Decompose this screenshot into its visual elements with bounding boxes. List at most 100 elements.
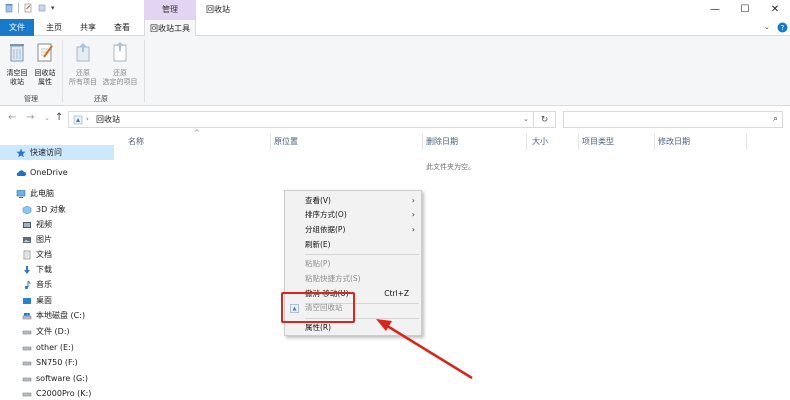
menu-item-paste-shortcut[interactable]: 粘贴快捷方式(S)	[285, 272, 421, 286]
sort-ascending-icon: ^	[194, 129, 200, 137]
cube-icon	[22, 205, 32, 214]
ribbon-group-label: 管理	[24, 95, 38, 103]
close-button[interactable]: ✕	[760, 0, 790, 19]
menu-item-refresh[interactable]: 刷新(E)	[285, 238, 421, 252]
navigation-pane: 快速访问 OneDrive 此电脑 3D 对象 视频 图片 文档 下载 音乐 桌…	[0, 131, 114, 400]
sidebar-item-drive-d[interactable]: 文件 (D:)	[22, 324, 70, 339]
sidebar-item-this-pc[interactable]: 此电脑	[16, 186, 54, 201]
menu-item-label: 属性(R)	[305, 323, 332, 332]
svg-text:?: ?	[780, 24, 784, 32]
sidebar-item-label: 下载	[36, 265, 52, 274]
recycle-bin-properties-button[interactable]: 回收站 属性	[32, 40, 58, 87]
empty-recycle-bin-button[interactable]: 清空回 收站	[4, 40, 30, 87]
ribbon-tabs: 文件 主页 共享 查看 回收站工具 ⌄ ?	[0, 19, 790, 37]
desktop-icon	[23, 297, 31, 304]
sidebar-item-drive-c[interactable]: 本地磁盘 (C:)	[22, 308, 85, 323]
menu-item-view[interactable]: 查看(V) ›	[285, 194, 421, 208]
sidebar-item-videos[interactable]: 视频	[22, 217, 52, 232]
customize-toolbar-icon[interactable]: ▾	[51, 4, 55, 12]
menu-item-shortcut: Ctrl+Z	[384, 289, 409, 298]
column-header-date-deleted[interactable]: 删除日期	[426, 136, 458, 147]
menu-item-sort-by[interactable]: 排序方式(O) ›	[285, 208, 421, 222]
sidebar-item-3d-objects[interactable]: 3D 对象	[22, 202, 66, 217]
sidebar-item-label: 图片	[36, 235, 52, 244]
sidebar-item-onedrive[interactable]: OneDrive	[16, 165, 68, 180]
sidebar-item-drive-e[interactable]: other (E:)	[22, 340, 74, 355]
sidebar-item-drive-k[interactable]: C2000Pro (K:)	[22, 386, 91, 400]
sidebar-item-label: SN750 (F:)	[36, 358, 78, 367]
address-bar[interactable]: › 回收站 ⌄	[68, 111, 534, 128]
sidebar-item-label: 视频	[36, 220, 52, 229]
chevron-down-icon[interactable]: ⌄	[764, 23, 770, 31]
sidebar-item-drive-g[interactable]: software (G:)	[22, 371, 88, 386]
sidebar-item-desktop[interactable]: 桌面	[22, 293, 52, 308]
refresh-button[interactable]: ↻	[534, 111, 556, 128]
menu-item-properties[interactable]: 属性(R)	[285, 321, 421, 335]
sidebar-item-label: 3D 对象	[36, 205, 66, 214]
tab-share[interactable]: 共享	[74, 19, 102, 36]
column-header-item-type[interactable]: 项目类型	[582, 136, 614, 147]
breadcrumb[interactable]: 回收站	[96, 112, 120, 127]
tab-file[interactable]: 文件	[0, 19, 34, 36]
context-tab-group: 管理	[144, 0, 196, 19]
sidebar-item-drive-f[interactable]: SN750 (F:)	[22, 355, 78, 370]
cloud-icon	[16, 169, 26, 176]
picture-icon	[23, 236, 31, 243]
menu-item-label: 粘贴快捷方式(S)	[305, 274, 361, 283]
sidebar-item-pictures[interactable]: 图片	[22, 232, 52, 247]
tab-home[interactable]: 主页	[40, 19, 68, 36]
tab-view[interactable]: 查看	[108, 19, 136, 36]
window-title: 回收站	[206, 5, 230, 14]
tab-recycle-bin-tools[interactable]: 回收站工具	[144, 19, 196, 37]
ribbon-button-label: 还原	[76, 69, 90, 77]
divider[interactable]	[526, 134, 527, 150]
column-header-size[interactable]: 大小	[532, 136, 548, 147]
chevron-down-icon[interactable]: ⌄	[523, 112, 529, 127]
sidebar-item-label: 文档	[36, 250, 52, 259]
menu-item-label: 粘贴(P)	[305, 259, 331, 268]
menu-item-paste[interactable]: 粘贴(P)	[285, 257, 421, 271]
column-header-original-location[interactable]: 原位置	[274, 136, 298, 147]
ribbon-button-label: 回收站	[34, 69, 56, 77]
file-list[interactable]: ^ 名称 原位置 删除日期 大小 项目类型 修改日期 此文件夹为空。	[114, 129, 790, 400]
divider[interactable]	[746, 134, 747, 150]
empty-bin-icon	[10, 44, 24, 62]
divider[interactable]	[422, 134, 423, 150]
divider	[144, 40, 145, 102]
download-icon	[24, 265, 30, 274]
properties-icon[interactable]	[23, 3, 33, 13]
menu-item-group-by[interactable]: 分组依据(P) ›	[285, 223, 421, 237]
forward-arrow-icon[interactable]: →	[26, 112, 34, 123]
sidebar-item-quick-access[interactable]: 快速访问	[0, 145, 114, 160]
divider[interactable]	[270, 134, 271, 150]
submenu-arrow-icon: ›	[411, 225, 415, 234]
sidebar-item-music[interactable]: 音乐	[22, 277, 52, 292]
recent-locations-icon[interactable]: ⌄	[44, 114, 50, 122]
drive-icon	[22, 330, 32, 334]
restore-all-button[interactable]: 还原 所有项目	[66, 40, 100, 87]
sidebar-item-label: 音乐	[36, 280, 52, 289]
column-header-name[interactable]: 名称	[128, 136, 144, 147]
file-explorer-window: ▾ 管理 回收站 — ☐ ✕ 文件 主页 共享 查看 回收站工具 ⌄ ? 清空回…	[0, 0, 790, 400]
divider	[62, 40, 63, 102]
maximize-button[interactable]: ☐	[730, 0, 760, 19]
drive-icon	[22, 312, 32, 319]
ribbon-button-label: 清空回	[6, 69, 28, 77]
new-folder-icon[interactable]	[37, 3, 47, 13]
sidebar-item-label: 桌面	[36, 296, 52, 305]
divider[interactable]	[578, 134, 579, 150]
help-icon[interactable]: ?	[776, 21, 788, 33]
minimize-button[interactable]: —	[700, 0, 730, 19]
divider[interactable]	[654, 134, 655, 150]
back-arrow-icon[interactable]: ←	[8, 112, 16, 123]
up-arrow-icon[interactable]: ↑	[55, 112, 63, 123]
submenu-arrow-icon: ›	[411, 210, 415, 219]
sidebar-item-downloads[interactable]: 下载	[22, 262, 52, 277]
column-header-date-modified[interactable]: 修改日期	[658, 136, 690, 147]
drive-icon	[22, 361, 32, 365]
sidebar-item-label: 文件 (D:)	[36, 327, 70, 336]
restore-selected-button[interactable]: 还原 选定的项目	[100, 40, 140, 87]
restore-all-icon	[76, 43, 90, 62]
search-input[interactable]: ⌕	[563, 111, 783, 128]
sidebar-item-documents[interactable]: 文档	[22, 247, 52, 262]
